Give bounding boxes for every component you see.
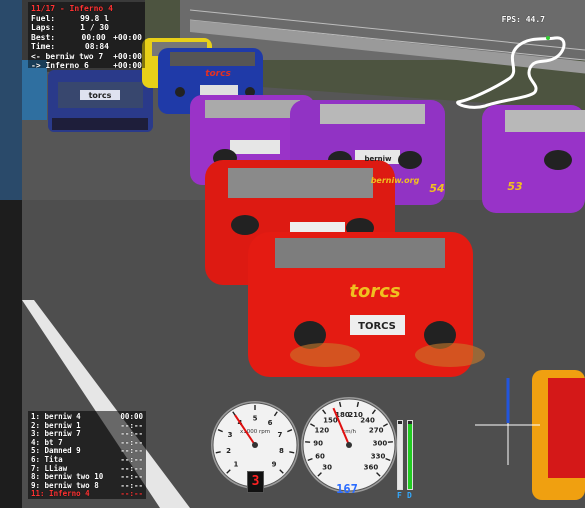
fuel-bar-label: F xyxy=(397,491,402,500)
race-info-panel: 11/17 - Inferno 4 Fuel: 99.8 l Laps: 1 /… xyxy=(28,2,145,71)
leaderboard-row: 11: Inferno 4 --:-- xyxy=(31,490,143,499)
gauge-tick-label: 60 xyxy=(315,452,325,460)
leaderboard-driver: 11: Inferno 4 xyxy=(31,489,90,499)
gauge-tick-label: 5 xyxy=(253,415,258,423)
gauge-tick-label: 360 xyxy=(364,463,379,471)
speedometer-gauge: 306090120150180210240270300330360km/h xyxy=(301,397,397,493)
position-title: 11/17 - Inferno 4 xyxy=(31,4,113,13)
gauge-tick-label: 300 xyxy=(373,439,388,447)
gauge-tick-label: 240 xyxy=(360,417,375,425)
blue-car-brand-decal: torcs xyxy=(205,69,231,79)
gauge-tick-label: 120 xyxy=(314,427,329,435)
fuel-label: Fuel: xyxy=(31,13,56,23)
track-map-player-dot xyxy=(546,36,550,40)
gauge-tick-label: 6 xyxy=(268,419,273,427)
behind-driver: -> Inferno 6 xyxy=(31,61,89,70)
damage-bar-track xyxy=(407,420,413,490)
red-car-brand-decal: torcs xyxy=(349,281,401,302)
laps-value: 1 / 30 xyxy=(80,23,109,32)
behind-gap: +00:00 xyxy=(113,61,142,70)
gauge-tick-label: 3 xyxy=(228,431,233,439)
laps-row: Laps: 1 / 30 xyxy=(31,23,142,33)
gauge-tick xyxy=(215,451,221,454)
damage-bar-fill xyxy=(408,424,412,489)
gauge-tick-label: 30 xyxy=(322,463,332,471)
best-row: Best: 00:00 +00:00 xyxy=(31,33,142,43)
gauge-hub xyxy=(346,442,352,448)
gauge-tick-label: 1 xyxy=(233,461,238,469)
gauge-hub xyxy=(252,442,258,448)
purple-car-plate: berniw xyxy=(364,155,392,163)
leaderboard-time: --:-- xyxy=(120,489,143,499)
fuel-bar-track xyxy=(397,420,403,490)
left-blue-car xyxy=(48,70,153,132)
red-car-front xyxy=(248,232,485,377)
gauge-tick-label: 270 xyxy=(369,427,384,435)
gauge-tick-label: 90 xyxy=(313,439,323,447)
ahead-gap: +00:00 xyxy=(113,51,142,61)
behind-row: -> Inferno 6 +00:00 xyxy=(31,61,142,71)
right-car-number: 53 xyxy=(507,180,523,193)
ahead-row: <- berniw two 7 +00:00 xyxy=(31,52,142,62)
purple-car-number: 54 xyxy=(429,182,444,195)
best-label: Best: xyxy=(31,32,56,42)
fuel-row: Fuel: 99.8 l xyxy=(31,14,142,24)
fuel-value: 99.8 l xyxy=(80,13,109,23)
time-label: Time: xyxy=(31,42,56,51)
damage-bar-label: D xyxy=(407,491,412,500)
red-car-plate: TORCS xyxy=(358,321,396,332)
time-row: Time: 08:84 xyxy=(31,42,142,52)
fps-counter: FPS: 44.7 xyxy=(501,15,545,24)
speed-readout: 167 xyxy=(336,482,358,496)
gauge-tick-label: 9 xyxy=(272,461,277,469)
gauge-tick-label: 8 xyxy=(279,447,284,455)
purple-car-site-decal: berniw.org xyxy=(371,176,420,185)
left-car-plate: torcs xyxy=(89,91,112,100)
fuel-bar-fill xyxy=(398,424,402,489)
best-gap: +00:00 xyxy=(113,32,142,42)
right-orange-car xyxy=(532,370,585,500)
purple-car-right xyxy=(482,105,585,213)
ahead-driver: <- berniw two 7 xyxy=(31,51,104,61)
gauge-tick-label: 2 xyxy=(226,447,231,455)
gauge-tick-label: 330 xyxy=(371,452,386,460)
gear-indicator: 3 xyxy=(247,471,264,493)
race-scene: torcs TORCS berniw berniw.org 54 53 torcs torcs… xyxy=(0,0,585,508)
gauge-tick-label: 7 xyxy=(278,431,283,439)
best-value: 00:00 xyxy=(81,32,106,42)
time-value: 08:84 xyxy=(84,42,109,51)
leaderboard-panel: 1: berniw 4 00:00 2: berniw 1 --:-- 3: berni… xyxy=(28,411,146,499)
gauge-tick xyxy=(289,451,295,454)
laps-label: Laps: xyxy=(31,23,56,32)
